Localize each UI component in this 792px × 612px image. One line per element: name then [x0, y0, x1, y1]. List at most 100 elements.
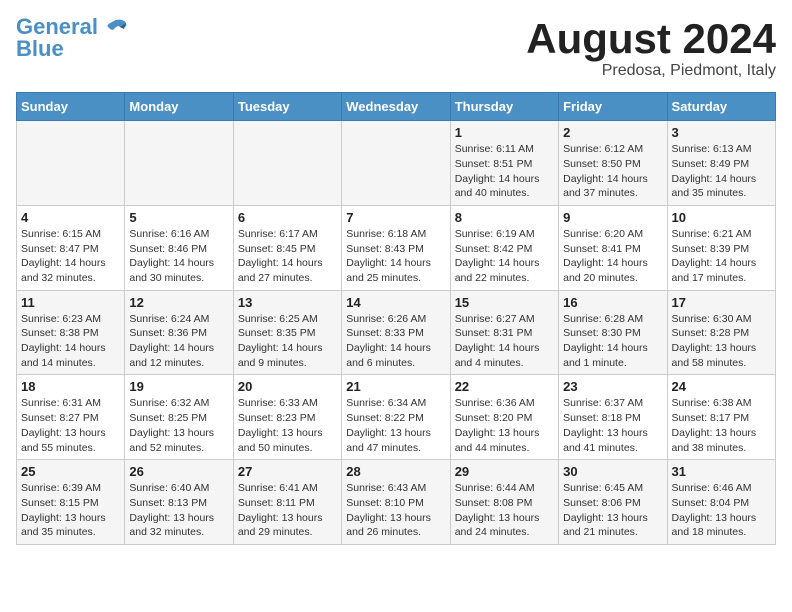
day-number: 9 — [563, 210, 662, 225]
day-info: Sunrise: 6:27 AM Sunset: 8:31 PM Dayligh… — [455, 312, 554, 371]
calendar-cell: 18 Sunrise: 6:31 AM Sunset: 8:27 PM Dayli… — [17, 375, 125, 460]
calendar-cell: 10 Sunrise: 6:21 AM Sunset: 8:39 PM Dayli… — [667, 205, 775, 290]
location: Predosa, Piedmont, Italy — [526, 62, 776, 80]
day-number: 29 — [455, 464, 554, 479]
calendar-cell: 28Sunrise: 6:43 AM Sunset: 8:10 PM Dayli… — [342, 460, 450, 545]
day-number: 6 — [238, 210, 337, 225]
calendar-week-5: 25 Sunrise: 6:39 AM Sunset: 8:15 PM Dayli… — [17, 460, 776, 545]
day-number: 14 — [346, 295, 445, 310]
day-info: Sunrise: 6:23 AM Sunset: 8:38 PM Dayligh… — [21, 312, 120, 371]
calendar-week-4: 18 Sunrise: 6:31 AM Sunset: 8:27 PM Dayli… — [17, 375, 776, 460]
day-number: 30 — [563, 464, 662, 479]
calendar-cell: 7Sunrise: 6:18 AM Sunset: 8:43 PM Daylig… — [342, 205, 450, 290]
day-info: Sunrise: 6:21 AM Sunset: 8:39 PM Dayligh… — [672, 227, 771, 286]
day-info: Sunrise: 6:11 AM Sunset: 8:51 PM Dayligh… — [455, 142, 554, 201]
calendar-cell: 15 Sunrise: 6:27 AM Sunset: 8:31 PM Dayli… — [450, 290, 558, 375]
title-area: August 2024 Predosa, Piedmont, Italy — [526, 16, 776, 80]
day-number: 5 — [129, 210, 228, 225]
calendar-week-2: 4Sunrise: 6:15 AM Sunset: 8:47 PM Daylig… — [17, 205, 776, 290]
day-info: Sunrise: 6:37 AM Sunset: 8:18 PM Dayligh… — [563, 396, 662, 455]
day-number: 2 — [563, 125, 662, 140]
day-header-monday: Monday — [125, 93, 233, 121]
day-number: 8 — [455, 210, 554, 225]
calendar-cell: 31 Sunrise: 6:46 AM Sunset: 8:04 PM Dayli… — [667, 460, 775, 545]
calendar-cell: 20 Sunrise: 6:33 AM Sunset: 8:23 PM Dayli… — [233, 375, 341, 460]
calendar-cell: 25 Sunrise: 6:39 AM Sunset: 8:15 PM Dayli… — [17, 460, 125, 545]
day-number: 20 — [238, 379, 337, 394]
day-number: 11 — [21, 295, 120, 310]
day-info: Sunrise: 6:20 AM Sunset: 8:41 PM Dayligh… — [563, 227, 662, 286]
day-header-tuesday: Tuesday — [233, 93, 341, 121]
calendar-cell: 30 Sunrise: 6:45 AM Sunset: 8:06 PM Dayli… — [559, 460, 667, 545]
day-info: Sunrise: 6:36 AM Sunset: 8:20 PM Dayligh… — [455, 396, 554, 455]
calendar-cell: 16Sunrise: 6:28 AM Sunset: 8:30 PM Dayli… — [559, 290, 667, 375]
calendar-cell: 29 Sunrise: 6:44 AM Sunset: 8:08 PM Dayli… — [450, 460, 558, 545]
day-number: 10 — [672, 210, 771, 225]
day-number: 21 — [346, 379, 445, 394]
logo: General Blue — [16, 16, 128, 61]
day-info: Sunrise: 6:40 AM Sunset: 8:13 PM Dayligh… — [129, 481, 228, 540]
day-info: Sunrise: 6:41 AM Sunset: 8:11 PM Dayligh… — [238, 481, 337, 540]
day-number: 13 — [238, 295, 337, 310]
day-info: Sunrise: 6:31 AM Sunset: 8:27 PM Dayligh… — [21, 396, 120, 455]
calendar-cell: 6Sunrise: 6:17 AM Sunset: 8:45 PM Daylig… — [233, 205, 341, 290]
calendar-cell: 27 Sunrise: 6:41 AM Sunset: 8:11 PM Dayli… — [233, 460, 341, 545]
calendar-cell: 14 Sunrise: 6:26 AM Sunset: 8:33 PM Dayli… — [342, 290, 450, 375]
day-info: Sunrise: 6:30 AM Sunset: 8:28 PM Dayligh… — [672, 312, 771, 371]
day-number: 27 — [238, 464, 337, 479]
month-title: August 2024 — [526, 16, 776, 62]
calendar-cell: 19Sunrise: 6:32 AM Sunset: 8:25 PM Dayli… — [125, 375, 233, 460]
calendar-cell: 26Sunrise: 6:40 AM Sunset: 8:13 PM Dayli… — [125, 460, 233, 545]
day-number: 19 — [129, 379, 228, 394]
day-info: Sunrise: 6:24 AM Sunset: 8:36 PM Dayligh… — [129, 312, 228, 371]
day-number: 7 — [346, 210, 445, 225]
calendar-cell: 8 Sunrise: 6:19 AM Sunset: 8:42 PM Daylig… — [450, 205, 558, 290]
day-info: Sunrise: 6:46 AM Sunset: 8:04 PM Dayligh… — [672, 481, 771, 540]
day-number: 15 — [455, 295, 554, 310]
day-number: 25 — [21, 464, 120, 479]
day-info: Sunrise: 6:39 AM Sunset: 8:15 PM Dayligh… — [21, 481, 120, 540]
page-header: General Blue August 2024 Predosa, Piedmo… — [16, 16, 776, 80]
calendar-table: SundayMondayTuesdayWednesdayThursdayFrid… — [16, 92, 776, 545]
day-info: Sunrise: 6:13 AM Sunset: 8:49 PM Dayligh… — [672, 142, 771, 201]
day-info: Sunrise: 6:38 AM Sunset: 8:17 PM Dayligh… — [672, 396, 771, 455]
day-info: Sunrise: 6:33 AM Sunset: 8:23 PM Dayligh… — [238, 396, 337, 455]
calendar-cell — [125, 121, 233, 206]
day-info: Sunrise: 6:44 AM Sunset: 8:08 PM Dayligh… — [455, 481, 554, 540]
day-number: 22 — [455, 379, 554, 394]
calendar-cell: 1 Sunrise: 6:11 AM Sunset: 8:51 PM Daylig… — [450, 121, 558, 206]
calendar-cell: 5Sunrise: 6:16 AM Sunset: 8:46 PM Daylig… — [125, 205, 233, 290]
day-header-wednesday: Wednesday — [342, 93, 450, 121]
day-info: Sunrise: 6:25 AM Sunset: 8:35 PM Dayligh… — [238, 312, 337, 371]
day-number: 3 — [672, 125, 771, 140]
calendar-cell: 2 Sunrise: 6:12 AM Sunset: 8:50 PM Daylig… — [559, 121, 667, 206]
calendar-week-1: 1 Sunrise: 6:11 AM Sunset: 8:51 PM Daylig… — [17, 121, 776, 206]
day-header-sunday: Sunday — [17, 93, 125, 121]
day-info: Sunrise: 6:34 AM Sunset: 8:22 PM Dayligh… — [346, 396, 445, 455]
day-number: 24 — [672, 379, 771, 394]
logo-blue-text: Blue — [16, 36, 64, 61]
calendar-cell — [17, 121, 125, 206]
day-number: 1 — [455, 125, 554, 140]
calendar-cell: 22 Sunrise: 6:36 AM Sunset: 8:20 PM Dayli… — [450, 375, 558, 460]
day-number: 17 — [672, 295, 771, 310]
calendar-cell — [342, 121, 450, 206]
day-number: 31 — [672, 464, 771, 479]
day-number: 4 — [21, 210, 120, 225]
calendar-cell — [233, 121, 341, 206]
day-number: 18 — [21, 379, 120, 394]
calendar-cell: 23 Sunrise: 6:37 AM Sunset: 8:18 PM Dayli… — [559, 375, 667, 460]
calendar-cell: 11 Sunrise: 6:23 AM Sunset: 8:38 PM Dayli… — [17, 290, 125, 375]
calendar-cell: 21 Sunrise: 6:34 AM Sunset: 8:22 PM Dayli… — [342, 375, 450, 460]
day-header-friday: Friday — [559, 93, 667, 121]
day-info: Sunrise: 6:12 AM Sunset: 8:50 PM Dayligh… — [563, 142, 662, 201]
day-header-saturday: Saturday — [667, 93, 775, 121]
day-info: Sunrise: 6:45 AM Sunset: 8:06 PM Dayligh… — [563, 481, 662, 540]
day-info: Sunrise: 6:26 AM Sunset: 8:33 PM Dayligh… — [346, 312, 445, 371]
day-number: 28 — [346, 464, 445, 479]
calendar-cell: 17 Sunrise: 6:30 AM Sunset: 8:28 PM Dayli… — [667, 290, 775, 375]
day-number: 12 — [129, 295, 228, 310]
day-number: 23 — [563, 379, 662, 394]
day-info: Sunrise: 6:19 AM Sunset: 8:42 PM Dayligh… — [455, 227, 554, 286]
day-header-thursday: Thursday — [450, 93, 558, 121]
